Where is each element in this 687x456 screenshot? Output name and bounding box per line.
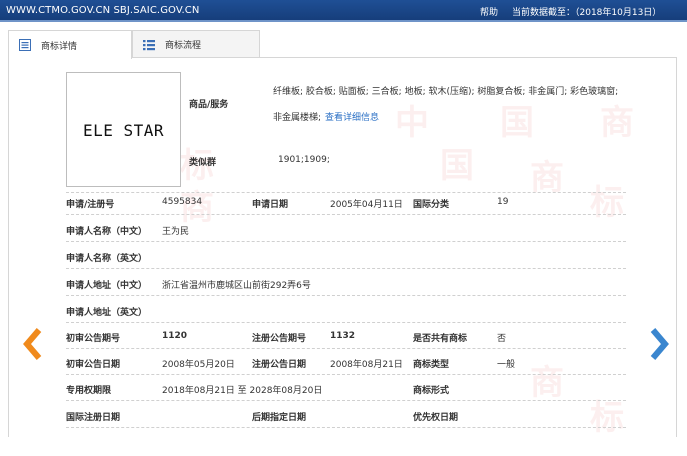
prelim-no-value: 1120 [162,331,188,341]
divider [66,241,626,242]
reg-pub-no-value: 1132 [330,331,356,341]
reg-no-label: 申请/注册号 [66,200,115,210]
apply-date-label: 申请日期 [252,200,289,210]
goods-label: 商品/服务 [189,100,229,110]
reg-no-value: 4595834 [162,197,203,207]
prelim-date-value: 2008年05月20日 [162,360,235,370]
goods-text-2: 非金属楼梯; [273,113,322,123]
priority-date-label: 优先权日期 [413,413,459,423]
divider [66,214,626,215]
help-link[interactable]: 帮助 [480,5,498,18]
divider [66,295,626,296]
watermark-char: 国 [440,146,474,186]
site-url: WWW.CTMO.GOV.CN SBJ.SAIC.GOV.CN [6,5,200,16]
divider [66,268,626,269]
watermark-char: 商 [600,103,634,143]
tab-trademark-flow[interactable]: 商标流程 [132,30,260,58]
mark-type-value: 一般 [497,360,516,370]
next-arrow-icon[interactable] [648,327,670,361]
data-date: 当前数据截至：（2018年10月13日） [512,8,662,18]
applicant-cn-label: 申请人名称（中文） [66,227,148,237]
trademark-image: ELE STAR [66,72,181,187]
watermark-char: 标 [590,398,624,438]
mark-type-label: 商标类型 [413,360,450,370]
address-cn-label: 申请人地址（中文） [66,281,148,291]
prelim-no-label: 初审公告期号 [66,334,121,344]
goods-text: 纤维板; 胶合板; 贴面板; 三合板; 地板; 软木(压缩); 树脂复合板; 非… [273,87,619,97]
tab-label: 商标详情 [41,41,78,52]
exclusive-period-value: 2018年08月21日 至 2028年08月20日 [162,386,323,396]
reg-pub-no-label: 注册公告期号 [252,334,307,344]
apply-date-value: 2005年04月11日 [330,200,403,210]
watermark-char: 中 [395,103,429,143]
shared-mark-label: 是否共有商标 [413,334,468,344]
exclusive-period-label: 专用权期限 [66,386,112,396]
similar-group-value: 1901;1909; [278,155,330,165]
list-icon [19,39,31,51]
trademark-logo-text: ELE STAR [82,121,165,140]
prelim-date-label: 初审公告日期 [66,360,121,370]
later-date-label: 后期指定日期 [252,413,307,423]
watermark-char: 国 [500,103,534,143]
applicant-en-label: 申请人名称（英文） [66,254,148,264]
intl-class-label: 国际分类 [413,200,450,210]
mark-form-label: 商标形式 [413,386,450,396]
watermark-char: 标 [590,183,624,223]
divider [66,348,626,349]
tab-label: 商标流程 [165,41,202,51]
tab-trademark-detail[interactable]: 商标详情 [8,30,132,59]
reg-pub-date-label: 注册公告日期 [252,360,307,370]
watermark-char: 商 [530,363,564,403]
divider [66,374,626,375]
flow-icon [143,40,155,51]
top-bar: WWW.CTMO.GOV.CN SBJ.SAIC.GOV.CN 帮助 当前数据截… [0,0,687,22]
similar-group-label: 类似群 [189,158,217,168]
intl-class-value: 19 [497,197,509,207]
applicant-cn-value: 王为民 [162,227,190,237]
divider [66,427,626,428]
intl-reg-date-label: 国际注册日期 [66,413,121,423]
reg-pub-date-value: 2008年08月21日 [330,360,403,370]
shared-mark-value: 否 [497,334,507,344]
divider [66,322,626,323]
divider [66,192,626,193]
previous-arrow-icon[interactable] [22,327,44,361]
address-en-label: 申请人地址（英文） [66,308,148,318]
view-details-link[interactable]: 查看详细信息 [325,110,379,123]
divider [66,400,626,401]
address-cn-value: 浙江省温州市鹿城区山前街292弄6号 [162,281,311,291]
